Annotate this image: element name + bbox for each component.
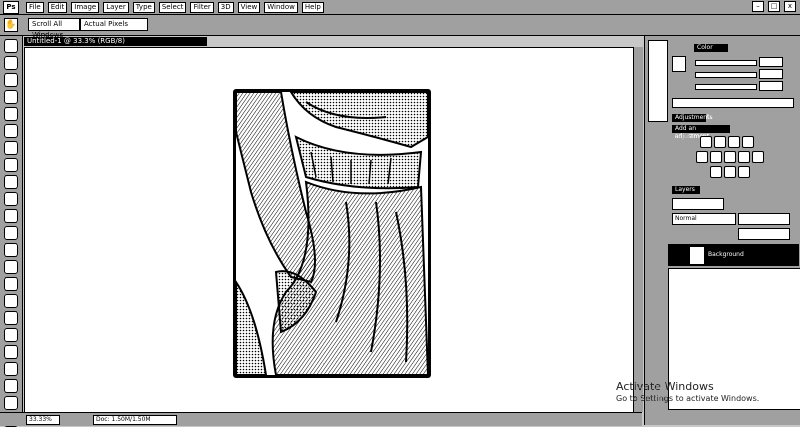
menu-type[interactable]: Type [132,2,155,13]
adjustments-panel-tab[interactable]: Adjustments [672,114,713,122]
type-tool-icon[interactable] [4,294,18,308]
clone-stamp-tool-icon[interactable] [4,175,18,189]
add-adjustment-label: Add an adjustment [672,125,730,140]
opacity-field[interactable] [738,213,790,225]
maximize-button[interactable]: □ [768,1,780,12]
menu-help[interactable]: Help [301,2,324,13]
menu-3d[interactable]: 3D [217,2,234,13]
fill-field[interactable] [738,228,790,240]
3d-rotate-tool-icon[interactable] [4,345,18,359]
menu-window[interactable]: Window [264,2,298,13]
close-button[interactable]: x [784,1,796,12]
blur-tool-icon[interactable] [4,243,18,257]
brightness-icon[interactable] [700,136,712,148]
photoshop-logo: Ps [3,1,19,14]
menu-view[interactable]: View [237,2,261,13]
color-swatches-icon[interactable] [4,396,18,410]
layer-kind-filter[interactable] [672,198,724,210]
toolbox [0,36,23,427]
quick-select-tool-icon[interactable] [4,90,18,104]
photo-image [233,89,431,378]
color-panel-tab[interactable]: Color [694,44,728,52]
window-controls: – □ x [752,1,796,12]
panel-collapse-strip[interactable] [648,40,668,122]
zoom-tool-icon[interactable] [4,379,18,393]
eraser-tool-icon[interactable] [4,209,18,223]
document-tab[interactable]: Untitled-1 @ 33.3% (RGB/8) [24,37,207,46]
healing-tool-icon[interactable] [4,141,18,155]
history-brush-tool-icon[interactable] [4,192,18,206]
brush-tool-icon[interactable] [4,158,18,172]
menu-bar: Ps File Edit Image Layer Type Select Fil… [0,0,800,14]
threshold-icon[interactable] [738,166,750,178]
dodge-tool-icon[interactable] [4,260,18,274]
vibrance-icon[interactable] [696,151,708,163]
hand-icon[interactable]: ✋ [4,18,18,32]
foreground-color-swatch[interactable] [672,56,686,72]
menu-image[interactable]: Image [71,2,100,13]
zoom-level-field[interactable]: 33.33% [26,415,60,425]
curves-icon[interactable] [728,136,740,148]
lasso-tool-icon[interactable] [4,73,18,87]
color-balance-icon[interactable] [724,151,736,163]
menu-select[interactable]: Select [158,2,187,13]
path-select-tool-icon[interactable] [4,311,18,325]
menu-list: File Edit Image Layer Type Select Filter… [26,0,324,14]
color-ramp[interactable] [672,98,794,108]
blend-mode-select[interactable]: Normal [672,213,736,225]
menu-filter[interactable]: Filter [190,2,214,13]
watermark-title: Activate Windows [616,380,714,393]
invert-icon[interactable] [710,166,722,178]
menu-layer[interactable]: Layer [103,2,129,13]
blue-slider[interactable] [695,84,757,90]
blue-value[interactable] [759,81,783,91]
document-info[interactable]: Doc: 1.50M/1.50M [93,415,177,425]
options-bar: ✋ Scroll All Windows Actual Pixels [0,14,800,39]
photo-filter-icon[interactable] [752,151,764,163]
hand-tool-icon[interactable] [4,362,18,376]
layers-panel-tab[interactable]: Layers [672,186,700,194]
scroll-all-windows-checkbox[interactable]: Scroll All Windows [28,18,80,39]
exposure-icon[interactable] [742,136,754,148]
status-bar: 33.33% Doc: 1.50M/1.50M [0,412,642,426]
layer-thumbnail [690,247,704,264]
menu-file[interactable]: File [26,2,44,13]
black-white-icon[interactable] [738,151,750,163]
photo-drawing [236,92,428,375]
marquee-tool-icon[interactable] [4,56,18,70]
gradient-tool-icon[interactable] [4,226,18,240]
activate-windows-watermark: Activate Windows Go to Settings to activ… [616,380,759,403]
eyedropper-tool-icon[interactable] [4,124,18,138]
green-value[interactable] [759,69,783,79]
actual-pixels-button[interactable]: Actual Pixels [80,18,148,31]
levels-icon[interactable] [714,136,726,148]
minimize-button[interactable]: – [752,1,764,12]
hue-saturation-icon[interactable] [710,151,722,163]
menu-edit[interactable]: Edit [47,2,68,13]
red-slider[interactable] [695,60,757,66]
red-value[interactable] [759,57,783,67]
green-slider[interactable] [695,72,757,78]
crop-tool-icon[interactable] [4,107,18,121]
vertical-scrollbar[interactable] [633,47,643,412]
pen-tool-icon[interactable] [4,277,18,291]
watermark-subtitle: Go to Settings to activate Windows. [616,394,760,403]
move-tool-icon[interactable] [4,39,18,53]
posterize-icon[interactable] [724,166,736,178]
shape-tool-icon[interactable] [4,328,18,342]
layer-name[interactable]: Background [708,251,744,258]
